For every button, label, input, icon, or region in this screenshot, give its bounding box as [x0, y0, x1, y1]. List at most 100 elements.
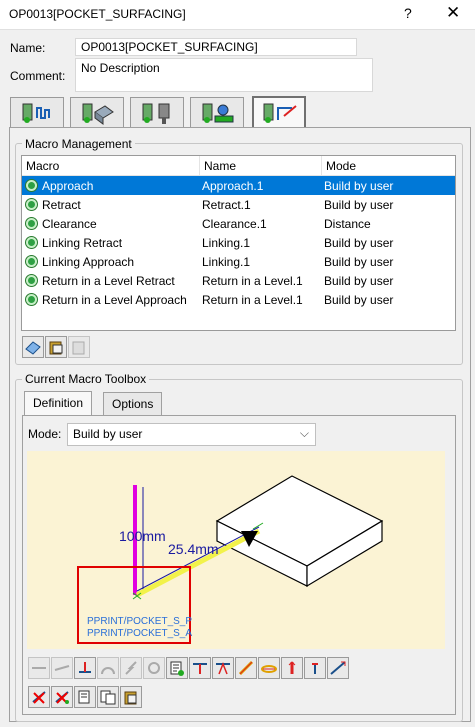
col-macro-header[interactable]: Macro	[22, 156, 200, 175]
macro-diagram: 100mm 25.4mm PPRINT/POCKET_S_P PPRINT/PO…	[27, 451, 445, 649]
macro-status-icon	[26, 180, 37, 191]
help-icon[interactable]: ?	[404, 5, 412, 21]
macro-status-icon	[26, 256, 37, 267]
macro-name-cell: Return in a Level.1	[202, 292, 303, 307]
table-row[interactable]: Retract Retract.1 Build by user	[22, 195, 455, 214]
macro-table: Macro Name Mode Approach Approach.1 Build …	[21, 155, 456, 331]
table-row[interactable]: Linking Approach Linking.1 Build by user	[22, 252, 455, 271]
macro-cell: Linking Retract	[22, 236, 200, 250]
macro-tools-row-1	[28, 657, 349, 679]
macros-tab[interactable]	[252, 96, 306, 128]
tangent-motion-icon	[330, 661, 346, 675]
circle-motion-button[interactable]	[258, 657, 280, 679]
tab-definition[interactable]: Definition	[24, 391, 93, 417]
macro-cell: Linking Approach	[22, 255, 200, 269]
macro-mode-cell: Build by user	[324, 273, 394, 288]
ramping-motion-button[interactable]	[120, 657, 142, 679]
macro-name-cell: Return in a Level.1	[202, 273, 303, 288]
horizontal-ht-icon	[54, 665, 70, 671]
geometry-tab[interactable]	[70, 97, 124, 127]
copy-motion-button[interactable]	[74, 686, 96, 708]
normal-to-part-button[interactable]	[304, 657, 326, 679]
macro-cell: Return in a Level Retract	[22, 274, 200, 288]
comment-field[interactable]: No Description	[75, 58, 373, 92]
helix-motion-icon	[148, 662, 160, 674]
macro-label: Linking Retract	[42, 235, 123, 250]
horizontal-motion-ht-button[interactable]	[51, 657, 73, 679]
paste-motion-button[interactable]	[120, 686, 142, 708]
horizontal-dimension: 25.4mm	[168, 541, 219, 557]
macro-label: Return in a Level Retract	[42, 273, 175, 288]
macro-status-icon	[26, 294, 37, 305]
tool-tab[interactable]	[130, 97, 184, 127]
tab-options[interactable]: Options	[103, 392, 163, 416]
feeds-speeds-tab[interactable]	[190, 97, 244, 127]
macros-tab-icon	[263, 103, 297, 123]
vertical-dimension: 100mm	[119, 528, 166, 544]
activate-macro-button[interactable]	[22, 336, 44, 358]
macro-management-title: Macro Management	[22, 137, 135, 151]
table-row[interactable]: Return in a Level Retract Return in a Lev…	[22, 271, 455, 290]
table-row[interactable]: Linking Retract Linking.1 Build by user	[22, 233, 455, 252]
macro-name-cell: Linking.1	[202, 235, 251, 250]
geometry-tab-icon	[82, 103, 114, 125]
macro-label: Linking Approach	[42, 254, 135, 269]
macro-table-toolbar	[22, 336, 90, 358]
pprint-label-2: PPRINT/POCKET_S_A	[87, 628, 193, 639]
macro-tools-row-2	[28, 686, 142, 708]
copy-icon	[78, 690, 90, 704]
strategy-tab[interactable]	[10, 97, 64, 127]
chevron-down-icon: ⌵	[299, 426, 309, 440]
name-label: Name:	[10, 41, 46, 55]
axial-motion-button[interactable]	[74, 657, 96, 679]
macro-name-cell: Approach.1	[202, 178, 264, 193]
table-row[interactable]: Approach Approach.1 Build by user	[22, 176, 455, 195]
eraser-icon	[25, 341, 41, 355]
macro-cell: Return in a Level Approach	[22, 293, 200, 307]
feeds-speeds-tab-icon	[202, 103, 234, 123]
horizontal-motion-button[interactable]	[28, 657, 50, 679]
clipboard-disabled-icon	[72, 341, 85, 355]
table-row[interactable]: Return in a Level Approach Return in a Le…	[22, 290, 455, 309]
tangent-motion-button[interactable]	[327, 657, 349, 679]
macro-status-icon	[26, 199, 37, 210]
table-row[interactable]: Clearance Clearance.1 Distance	[22, 214, 455, 233]
mode-select[interactable]: Build by user ⌵	[67, 423, 316, 446]
pprint-icon	[170, 661, 184, 676]
macro-toolbox-title: Current Macro Toolbox	[22, 372, 150, 386]
macro-label: Return in a Level Approach	[42, 292, 187, 307]
motion-to-plane-button[interactable]	[189, 657, 211, 679]
helix-motion-button[interactable]	[143, 657, 165, 679]
motion-to-point-button[interactable]	[212, 657, 234, 679]
table-header: Macro Name Mode	[22, 156, 455, 176]
remove-all-motions-button[interactable]	[51, 686, 73, 708]
title-bar: OP0013[POCKET_SURFACING] ? ✕	[0, 0, 475, 30]
strategy-tab-icon	[22, 103, 50, 123]
remove-all-icon	[55, 691, 69, 704]
macro-name-cell: Clearance.1	[202, 216, 267, 231]
paste-icon	[124, 691, 137, 705]
close-icon[interactable]: ✕	[446, 3, 460, 23]
remove-motion-button[interactable]	[28, 686, 50, 708]
circular-motion-button[interactable]	[97, 657, 119, 679]
circle-motion-icon	[261, 665, 277, 673]
col-name-header[interactable]: Name	[200, 156, 322, 175]
circular-motion-icon	[101, 667, 115, 675]
axial-motion-icon	[79, 662, 91, 673]
mode-select-value: Build by user	[73, 427, 143, 441]
remove-motion-icon	[32, 691, 46, 704]
col-mode-header[interactable]: Mode	[322, 156, 455, 175]
tool-axis-motion-button[interactable]	[281, 657, 303, 679]
copy-macro-button[interactable]	[68, 336, 90, 358]
pprint-button[interactable]	[166, 657, 188, 679]
tool-tab-icon	[142, 103, 170, 124]
duplicate-motion-button[interactable]	[97, 686, 119, 708]
name-field[interactable]: OP0013[POCKET_SURFACING]	[75, 38, 357, 56]
macro-mode-cell: Build by user	[324, 254, 394, 269]
macro-mode-cell: Distance	[324, 216, 371, 231]
paste-macro-button[interactable]	[45, 336, 67, 358]
macro-label: Clearance	[42, 216, 97, 231]
ramping-motion-icon	[125, 661, 137, 675]
motion-to-line-button[interactable]	[235, 657, 257, 679]
normal-to-part-icon	[312, 663, 318, 674]
